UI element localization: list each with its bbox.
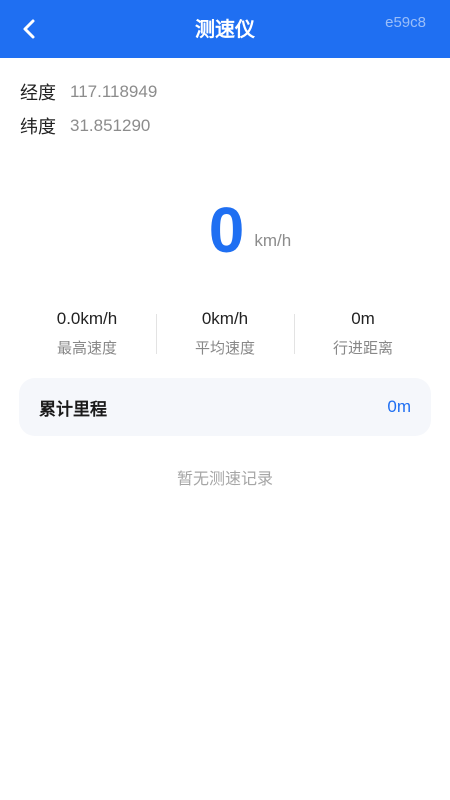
- current-speed-unit: km/h: [254, 231, 292, 250]
- current-speed-value: 0: [208, 194, 245, 266]
- header-code: e59c8: [385, 14, 426, 31]
- total-mileage-label: 累计里程: [39, 399, 107, 420]
- app-header: 测速仪 e59c8: [0, 0, 450, 58]
- total-mileage-card[interactable]: 累计里程 0m: [19, 378, 431, 436]
- stat-value: 0.0km/h: [56, 309, 118, 328]
- longitude-value: 117.118949: [70, 82, 158, 101]
- total-mileage-value: 0m: [387, 397, 411, 416]
- stat-label: 平均速度: [194, 339, 255, 357]
- latitude-value: 31.851290: [70, 116, 151, 135]
- speed-stats: 0.0km/h 最高速度 0km/h 平均速度 0m 行进距离: [18, 306, 432, 364]
- longitude-row: 经度 117.118949: [20, 77, 157, 107]
- stat-max-speed: 0.0km/h 最高速度: [18, 306, 156, 364]
- stat-average-speed: 0km/h 平均速度: [156, 306, 294, 364]
- stat-distance: 0m 行进距离: [294, 306, 432, 364]
- stat-value: 0km/h: [201, 309, 249, 328]
- page-title: 测速仪: [195, 17, 255, 41]
- speed-display: 0 km/h: [0, 195, 450, 275]
- stat-label: 最高速度: [56, 339, 117, 357]
- empty-records-text: 暂无测速记录: [176, 469, 273, 488]
- speedometer-screen: 测速仪 e59c8 经度 117.118949 纬度 31.851290 0 k…: [0, 0, 450, 800]
- longitude-label: 经度: [20, 83, 56, 104]
- latitude-label: 纬度: [20, 117, 56, 138]
- stat-value: 0m: [351, 309, 375, 328]
- stat-label: 行进距离: [332, 339, 393, 357]
- latitude-row: 纬度 31.851290: [20, 111, 150, 141]
